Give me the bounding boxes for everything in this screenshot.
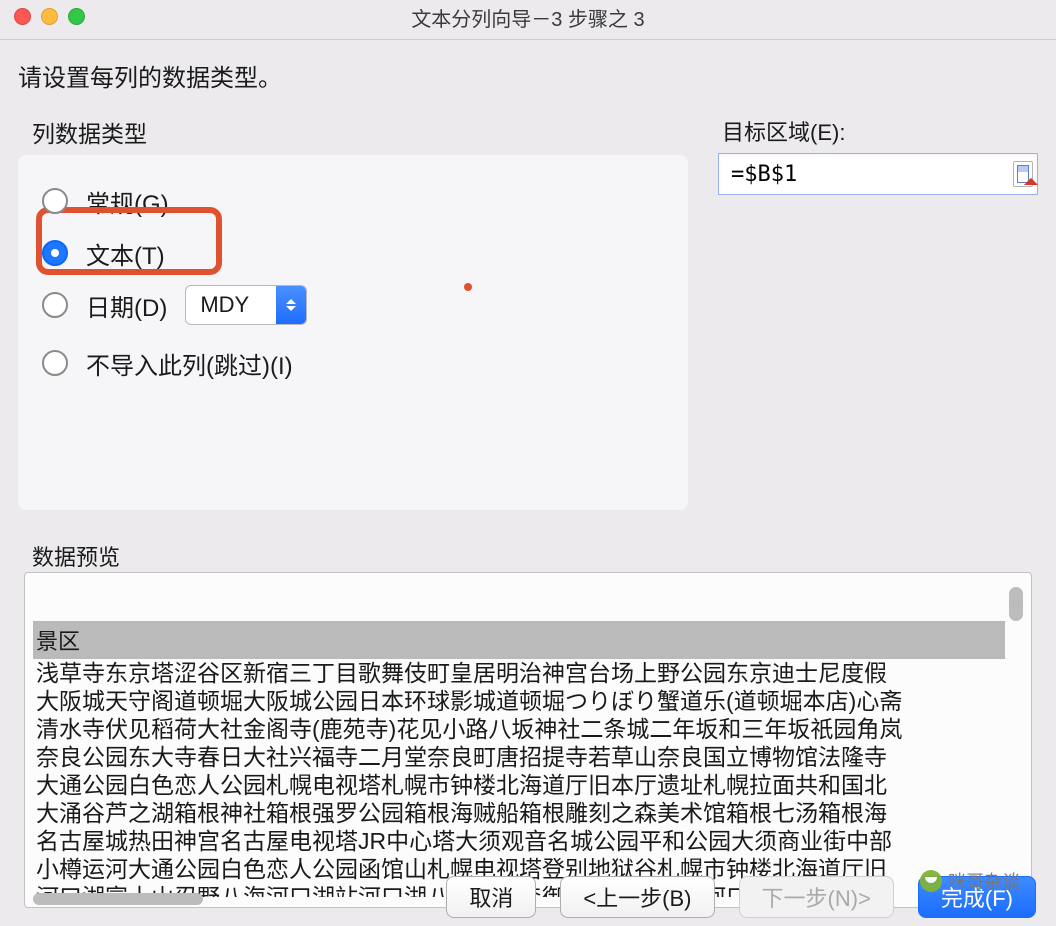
preview-scroll-area[interactable]: 景区 浅草寺东京塔涩谷区新宿三丁目歌舞伎町皇居明治神宫台场上野公园东京迪士尼度假… [33,621,1005,897]
date-format-select[interactable]: MDY [185,285,307,325]
zoom-icon[interactable] [68,8,85,25]
column-type-panel: 常规(G) 文本(T) 日期(D) MDY [18,155,688,510]
window-title: 文本分列向导－3 步骤之 3 [411,9,644,31]
preview-box: 景区 浅草寺东京塔涩谷区新宿三丁目歌舞伎町皇居明治神宫台场上野公园东京迪士尼度假… [24,572,1032,908]
radio-label-text: 文本(T) [86,236,165,271]
radio-icon[interactable] [42,350,68,376]
window-controls [14,8,85,25]
radio-icon[interactable] [42,292,68,318]
preview-column-header: 景区 [33,621,1005,659]
column-type-label: 列数据类型 [32,115,688,149]
radio-date[interactable]: 日期(D) MDY [42,279,664,331]
instruction-text: 请设置每列的数据类型。 [18,58,1038,93]
radio-label-skip: 不导入此列(跳过)(I) [86,346,293,381]
preview-row: 大通公园白色恋人公园札幌电视塔札幌市钟楼北海道厅旧本厅遗址札幌拉面共和国北 [33,771,1005,799]
radio-label-general: 常规(G) [86,184,169,219]
minimize-icon[interactable] [41,8,58,25]
preview-row: 大阪城天守阁道顿堀大阪城公园日本环球影城道顿堀つりぼり蟹道乐(道顿堀本店)心斋 [33,687,1005,715]
target-range-label: 目标区域(E): [722,115,1038,147]
radio-skip[interactable]: 不导入此列(跳过)(I) [42,337,664,389]
stepper-icon[interactable] [276,286,306,324]
preview-row: 名古屋城热田神宫名古屋电视塔JR中心塔大须观音名城公园平和公园大须商业街中部 [33,827,1005,855]
range-picker-icon[interactable] [1013,161,1033,187]
footer-buttons: 取消 <上一步(B) 下一步(N)> 完成(F) [0,868,1056,926]
target-range-field[interactable] [718,153,1038,195]
finish-button[interactable]: 完成(F) [918,876,1036,918]
preview-row: 清水寺伏见稻荷大社金阁寺(鹿苑寺)花见小路八坂神社二条城二年坂和三年坂祇园角岚 [33,715,1005,743]
preview-row: 浅草寺东京塔涩谷区新宿三丁目歌舞伎町皇居明治神宫台场上野公园东京迪士尼度假 [33,659,1005,687]
radio-general[interactable]: 常规(G) [42,175,664,227]
cancel-button[interactable]: 取消 [446,876,536,918]
preview-row: 大涌谷芦之湖箱根神社箱根强罗公园箱根海贼船箱根雕刻之森美术馆箱根七汤箱根海 [33,799,1005,827]
vertical-scrollbar[interactable] [1009,587,1023,621]
preview-label: 数据预览 [32,540,1038,572]
preview-row: 奈良公园东大寺春日大社兴福寺二月堂奈良町唐招提寺若草山奈良国立博物馆法隆寺 [33,743,1005,771]
date-format-value: MDY [186,286,276,324]
annotation-dot [464,283,472,291]
next-button: 下一步(N)> [739,876,894,918]
radio-icon[interactable] [42,188,68,214]
radio-icon[interactable] [42,240,68,266]
target-range-input[interactable] [729,161,1013,188]
radio-label-date: 日期(D) [86,288,167,323]
close-icon[interactable] [14,8,31,25]
title-bar: 文本分列向导－3 步骤之 3 [0,0,1056,40]
radio-text[interactable]: 文本(T) [42,227,664,279]
back-button[interactable]: <上一步(B) [560,876,714,918]
